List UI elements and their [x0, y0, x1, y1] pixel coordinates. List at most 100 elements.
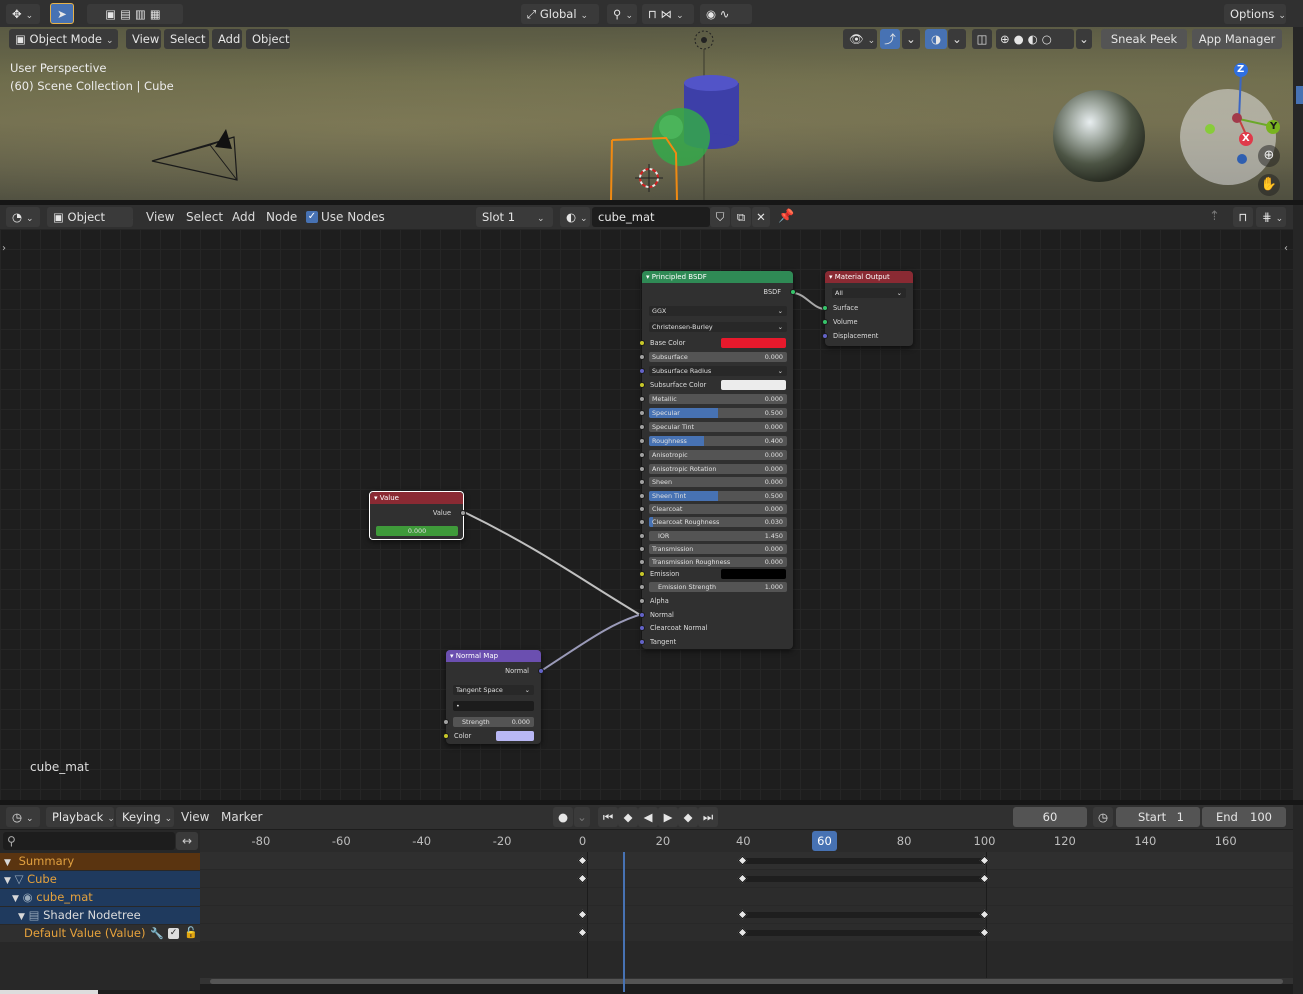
emission-color-swatch[interactable] — [721, 569, 786, 579]
3d-viewport[interactable]: ▣ Object Mode ⌄ View Select Add Object 👁 ⌄… — [0, 27, 1293, 200]
editor-type-button[interactable]: ✥ ⌄ — [6, 4, 40, 24]
distribution-dropdown[interactable]: GGX ⌄ — [649, 306, 787, 316]
strength-socket[interactable] — [443, 719, 449, 725]
select-tool-button[interactable]: ➤ — [50, 3, 74, 24]
strength-field[interactable]: Strength 0.000 — [453, 717, 534, 727]
sphere-object[interactable] — [652, 108, 710, 166]
channel-mute-checkbox[interactable]: ✓ — [168, 928, 179, 939]
snap-node-dropdown[interactable]: ⋕ ⌄ — [1256, 207, 1286, 227]
param-socket[interactable] — [639, 506, 645, 512]
jump-start-icon[interactable]: ⏮ — [598, 807, 618, 827]
output-target-dropdown[interactable]: All ⌄ — [832, 288, 906, 298]
value-output-socket[interactable] — [460, 510, 466, 516]
timeline-menu-marker[interactable]: Marker — [221, 807, 262, 827]
node-editor-type-button[interactable]: ◔ ⌄ — [6, 207, 40, 227]
zoom-icon[interactable]: ⊕ — [1258, 145, 1280, 167]
viewport-side-tab[interactable] — [1296, 86, 1303, 104]
preview-range-icon[interactable]: ◷ — [1093, 807, 1113, 827]
current-frame-field[interactable]: 60 — [1013, 807, 1087, 827]
sidebar-expand-icon[interactable]: ‹ — [1284, 243, 1288, 254]
playback-menu[interactable]: Playback ⌄ — [46, 807, 114, 827]
transform-orientation-dropdown[interactable]: ⤢ Global ⌄ — [521, 4, 599, 24]
param-socket[interactable] — [639, 354, 645, 360]
fake-user-shield-icon[interactable]: ⛉ — [710, 207, 730, 227]
node-editor-canvas[interactable]: ▾ Principled BSDF BSDF GGX ⌄ Christensen-… — [0, 229, 1293, 800]
selection-mode-buttons[interactable]: ▣▤▥▦ — [87, 4, 183, 24]
channel-shader-nodetree[interactable]: ▼ ▤ Shader Nodetree — [0, 907, 200, 924]
param-field[interactable]: Metallic 0.000 — [649, 394, 787, 404]
prev-keyframe-icon[interactable]: ◆ — [618, 807, 638, 827]
param-socket[interactable] — [639, 466, 645, 472]
value-node[interactable]: ▾ Value Value 0.000 — [369, 491, 466, 540]
node-menu-add[interactable]: Add — [232, 207, 255, 227]
param-socket[interactable] — [639, 519, 645, 525]
shader-type-dropdown[interactable]: ▣ Object⌄ — [47, 207, 133, 227]
param-field[interactable]: Clearcoat Roughness 0.030 — [649, 517, 787, 527]
modifier-wrench-icon[interactable]: 🔧 — [150, 927, 164, 940]
param-socket[interactable] — [639, 559, 645, 565]
normal-space-dropdown[interactable]: Tangent Space ⌄ — [453, 685, 534, 695]
playhead-line[interactable] — [623, 852, 625, 992]
start-frame-field[interactable]: Start 1 — [1116, 807, 1200, 827]
emission-strength-socket[interactable] — [639, 584, 645, 590]
dopesheet-area[interactable] — [200, 852, 1293, 984]
toolbar-expand-icon[interactable]: › — [2, 243, 6, 254]
horizontal-scrollbar-thumb[interactable] — [210, 979, 1283, 984]
normal-color-swatch[interactable] — [496, 731, 534, 741]
param-socket[interactable] — [639, 438, 645, 444]
param-socket[interactable] — [639, 479, 645, 485]
material-browse-button[interactable]: ◐ ⌄ — [560, 207, 590, 227]
subsurface-radius-socket[interactable] — [639, 368, 645, 374]
swap-filter-icon[interactable]: ↔ — [176, 832, 198, 850]
param-socket[interactable] — [639, 533, 645, 539]
pivot-dropdown[interactable]: ⚲ ⌄ — [607, 4, 637, 24]
param-field[interactable]: Transmission Roughness 0.000 — [649, 557, 787, 567]
subsurface-radius-dropdown[interactable]: Subsurface Radius ⌄ — [649, 366, 787, 376]
channel-cube[interactable]: ▼ ▽ Cube — [0, 871, 200, 888]
material-output-node[interactable]: ▾ Material Output All ⌄ Surface Volume Di… — [822, 271, 913, 346]
param-field[interactable]: Specular Tint 0.000 — [649, 422, 787, 432]
param-field[interactable]: Sheen 0.000 — [649, 477, 787, 487]
param-field[interactable]: Sheen Tint 0.500 — [649, 491, 787, 501]
duplicate-material-icon[interactable]: ⧉ — [731, 207, 751, 227]
param-field[interactable]: Transmission 0.000 — [649, 544, 787, 554]
timeline-menu-view[interactable]: View — [181, 807, 209, 827]
slot-dropdown[interactable]: Slot 1 ⌄ — [476, 207, 553, 227]
timeline-editor-type-button[interactable]: ◷ ⌄ — [6, 807, 40, 827]
param-field[interactable]: Subsurface 0.000 — [649, 352, 787, 362]
param-socket[interactable] — [639, 424, 645, 430]
base-color-swatch[interactable] — [721, 338, 786, 348]
node-menu-view[interactable]: View — [146, 207, 174, 227]
param-socket[interactable] — [639, 452, 645, 458]
3d-cursor[interactable] — [635, 164, 663, 192]
record-dropdown[interactable]: ⌄ — [574, 807, 590, 827]
play-icon[interactable]: ▶ — [658, 807, 678, 827]
param-field[interactable]: Anisotropic Rotation 0.000 — [649, 464, 787, 474]
snap-toggle[interactable]: ⊓ ⋈ ⌄ — [642, 4, 694, 24]
play-reverse-icon[interactable]: ◀ — [638, 807, 658, 827]
param-field[interactable]: Roughness 0.400 — [649, 436, 787, 446]
pin-icon[interactable]: 📌 — [778, 209, 794, 224]
node-menu-node[interactable]: Node — [266, 207, 297, 227]
param-socket[interactable] — [639, 396, 645, 402]
proportional-editing-toggle[interactable]: ◉ ∿ — [700, 4, 752, 24]
parent-node-tree-icon[interactable]: ⇡ — [1209, 209, 1220, 224]
snap-node-icon[interactable]: ⊓ — [1233, 207, 1253, 227]
principled-bsdf-node[interactable]: ▾ Principled BSDF BSDF GGX ⌄ Christensen-… — [639, 271, 796, 649]
param-socket[interactable] — [639, 546, 645, 552]
end-frame-field[interactable]: End 100 — [1202, 807, 1286, 827]
frame-ruler[interactable]: -80 -60 -40 -20 0 20 40 60 80 100 120 140 160 — [200, 830, 1293, 852]
bsdf-output-socket[interactable] — [790, 289, 796, 295]
normal-map-node[interactable]: ▾ Normal Map Normal Tangent Space ⌄ • Str… — [443, 650, 544, 744]
value-field[interactable]: 0.000 — [376, 526, 458, 536]
emission-strength-field[interactable]: Emission Strength 1.000 — [649, 582, 787, 592]
unlink-material-icon[interactable]: ✕ — [752, 207, 770, 227]
next-keyframe-icon[interactable]: ◆ — [678, 807, 698, 827]
channel-search-input[interactable]: ⚲ — [3, 832, 175, 850]
record-button[interactable]: ● — [553, 807, 573, 827]
param-socket[interactable] — [639, 493, 645, 499]
subsurface-color-swatch[interactable] — [721, 380, 786, 390]
node-menu-select[interactable]: Select — [186, 207, 223, 227]
param-field[interactable]: Specular 0.500 — [649, 408, 787, 418]
material-name-field[interactable]: cube_mat — [592, 207, 710, 227]
